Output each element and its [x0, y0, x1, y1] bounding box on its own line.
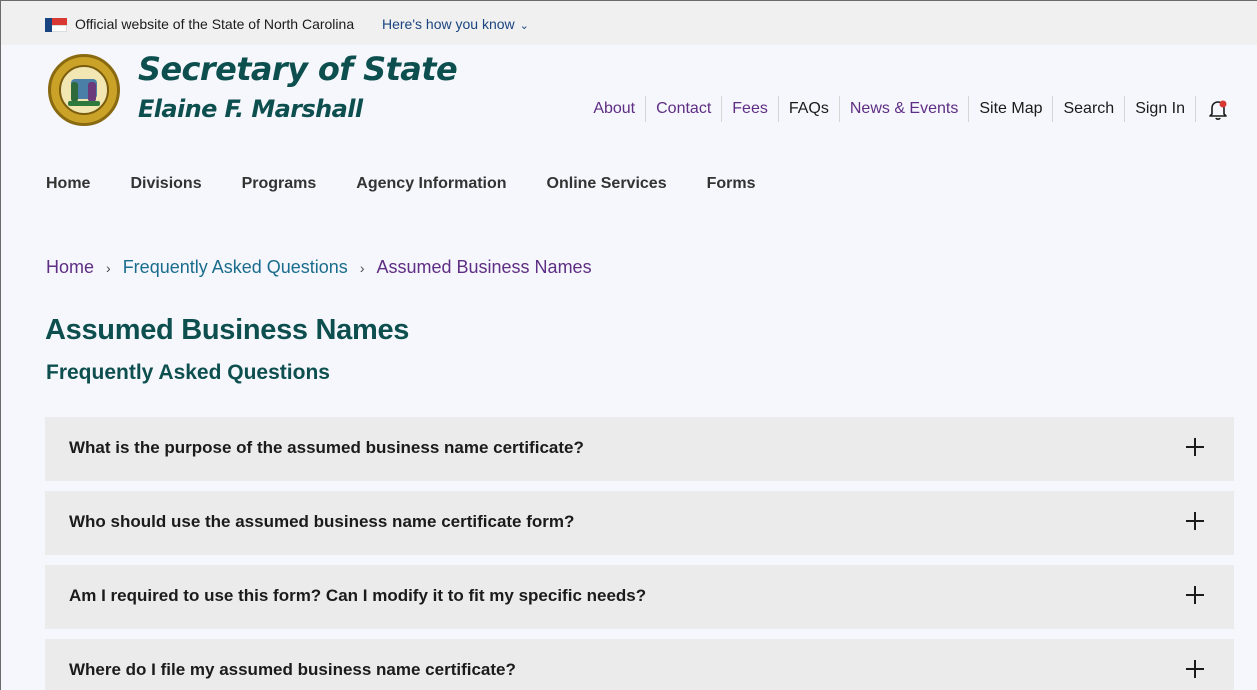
state-seal-logo[interactable] — [48, 54, 120, 126]
util-link-fees[interactable]: Fees — [721, 96, 778, 122]
nav-item-divisions[interactable]: Divisions — [130, 175, 201, 193]
util-link-site-map[interactable]: Site Map — [968, 96, 1052, 122]
nav-item-home[interactable]: Home — [46, 175, 90, 193]
how-you-know-toggle[interactable]: Here's how you know ⌄ — [382, 16, 529, 32]
nav-item-forms[interactable]: Forms — [707, 175, 756, 193]
faq-item[interactable]: What is the purpose of the assumed busin… — [45, 417, 1234, 481]
util-link-faqs[interactable]: FAQs — [777, 96, 839, 122]
util-link-sign-in[interactable]: Sign In — [1124, 96, 1195, 122]
how-you-know-label: Here's how you know — [382, 16, 515, 32]
plus-icon[interactable] — [1186, 438, 1204, 456]
util-link-search[interactable]: Search — [1052, 96, 1124, 122]
page-title: Assumed Business Names — [45, 314, 410, 346]
us-flag-icon — [45, 18, 67, 32]
faq-accordion: What is the purpose of the assumed busin… — [45, 417, 1234, 690]
faq-item[interactable]: Am I required to use this form? Can I mo… — [45, 565, 1234, 629]
site-title-main: Secretary of State — [138, 50, 458, 88]
faq-item[interactable]: Where do I file my assumed business name… — [45, 639, 1234, 690]
faq-item[interactable]: Who should use the assumed business name… — [45, 491, 1234, 555]
page-frame: Official website of the State of North C… — [0, 0, 1257, 690]
plus-icon[interactable] — [1186, 512, 1204, 530]
site-title-name: Elaine F. Marshall — [138, 95, 363, 123]
utility-nav: About Contact Fees FAQs News & Events Si… — [583, 96, 1235, 122]
page-subtitle: Frequently Asked Questions — [46, 361, 330, 384]
chevron-down-icon: ⌄ — [519, 20, 529, 32]
faq-question: Who should use the assumed business name… — [69, 512, 575, 531]
breadcrumb: Home › Frequently Asked Questions › Assu… — [46, 257, 592, 278]
nav-item-programs[interactable]: Programs — [242, 175, 317, 193]
main-nav: Home Divisions Programs Agency Informati… — [46, 175, 796, 193]
util-link-news-events[interactable]: News & Events — [838, 96, 968, 122]
plus-icon[interactable] — [1186, 660, 1204, 678]
breadcrumb-faq[interactable]: Frequently Asked Questions — [123, 257, 348, 278]
faq-question: Am I required to use this form? Can I mo… — [69, 586, 647, 605]
faq-question: Where do I file my assumed business name… — [69, 660, 516, 679]
faq-question: What is the purpose of the assumed busin… — [69, 438, 584, 457]
gov-banner: Official website of the State of North C… — [1, 1, 1257, 45]
chevron-right-icon: › — [359, 259, 365, 276]
breadcrumb-home[interactable]: Home — [46, 257, 94, 278]
official-website-text: Official website of the State of North C… — [75, 16, 355, 32]
chevron-right-icon: › — [106, 259, 111, 276]
util-link-contact[interactable]: Contact — [645, 96, 721, 122]
plus-icon[interactable] — [1186, 586, 1204, 604]
nav-item-agency-information[interactable]: Agency Information — [356, 175, 506, 193]
breadcrumb-current: Assumed Business Names — [376, 257, 592, 277]
bell-notification-icon[interactable] — [1195, 96, 1235, 122]
nav-item-online-services[interactable]: Online Services — [547, 175, 667, 193]
util-link-about[interactable]: About — [583, 96, 645, 122]
